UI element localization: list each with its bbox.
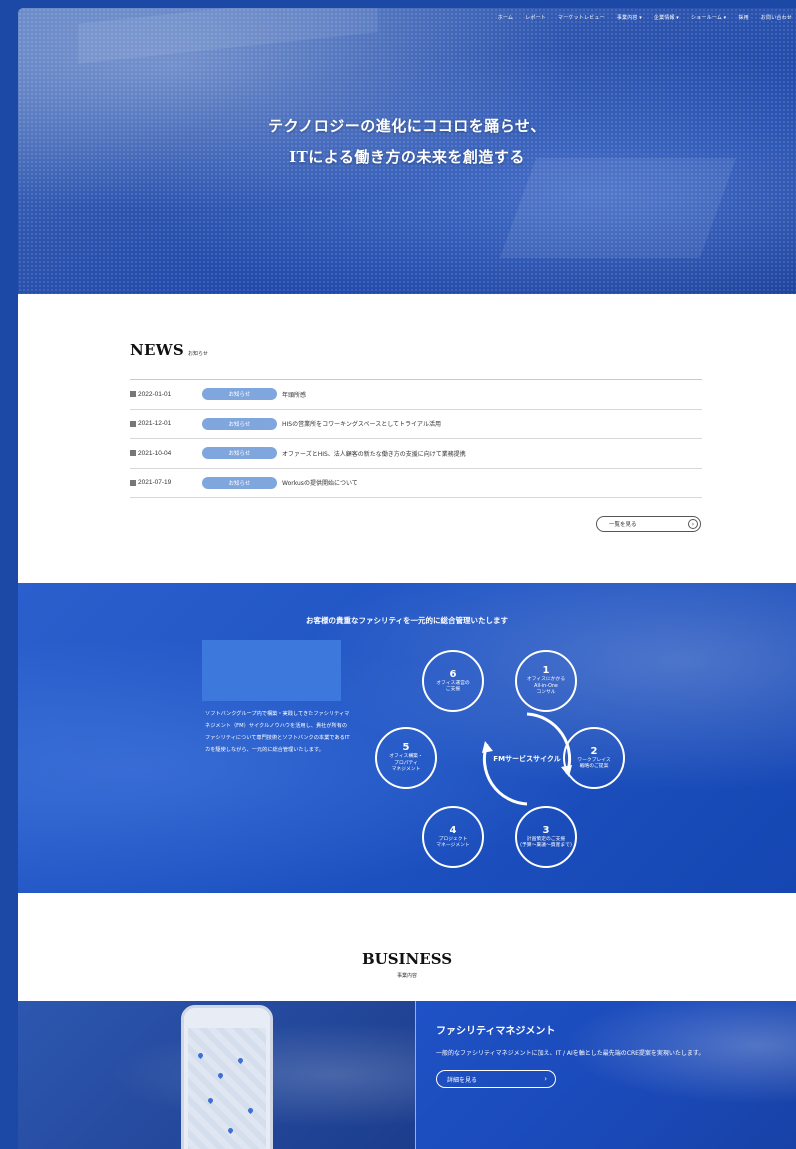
news-date: 2021-07-19: [130, 479, 202, 486]
news-badge: お知らせ: [202, 417, 277, 430]
hero-title-line1: テクノロジーの進化にココロを踊らせ、: [268, 117, 546, 135]
fm-step-number: 5: [402, 742, 410, 754]
news-item[interactable]: 2022-01-01 お知らせ 年頭所感: [130, 380, 702, 410]
nav-home[interactable]: ホーム: [498, 14, 513, 21]
fm-step-number: 6: [449, 668, 457, 680]
news-title: NEWS: [130, 341, 185, 359]
news-badge: お知らせ: [202, 388, 277, 401]
business-heading: BUSINESS 事業内容: [18, 950, 796, 979]
business-title: BUSINESS: [361, 950, 453, 968]
news-heading: NEWS お知らせ: [130, 341, 208, 359]
calendar-icon: [130, 420, 136, 427]
calendar-icon: [130, 450, 136, 457]
calendar-icon: [130, 479, 136, 486]
business-subtitle: 事業内容: [396, 973, 417, 979]
news-link[interactable]: 年頭所感: [282, 390, 306, 399]
cycle-arrows-icon: [482, 712, 572, 806]
news-more-button[interactable]: 一覧を見る ›: [596, 516, 701, 532]
news-link[interactable]: オファーズとHIS、法人顧客の新たな働き方の支援に向けて業務提携: [282, 449, 466, 458]
news-date: 2021-12-01: [130, 420, 202, 427]
global-nav: ホーム レポート マーケットレビュー 事業内容 ▾ 企業情報 ▾ ショールーム …: [498, 14, 792, 21]
fm-title: お客様の貴重なファシリティを一元的に総合管理いたします: [305, 616, 509, 625]
nav-contact[interactable]: お問い合わせ: [761, 14, 792, 21]
news-date: 2021-10-04: [130, 450, 202, 457]
news-link[interactable]: Workusの提供開始について: [282, 478, 358, 487]
smartphone-image: [181, 1005, 273, 1149]
news-date-text: 2021-07-19: [138, 479, 172, 487]
fm-step-label: オフィス構築・ プロパティ マネジメント: [389, 754, 423, 773]
fm-step-label: ワークプレイス 戦略のご提案: [577, 757, 611, 770]
news-subtitle: お知らせ: [188, 351, 208, 357]
fm-image-placeholder: [202, 640, 341, 701]
nav-company[interactable]: 企業情報 ▾: [654, 14, 679, 21]
fm-cycle-section: お客様の貴重なファシリティを一元的に総合管理いたします ソフトバンクグループ内で…: [18, 583, 796, 893]
chevron-right-icon: ›: [688, 519, 698, 529]
fm-step-4: 4 プロジェクト マネージメント: [422, 806, 484, 868]
hero-title-line2: ITによる働き方の未来を創造する: [289, 148, 525, 166]
news-list: 2022-01-01 お知らせ 年頭所感 2021-12-01 お知らせ HIS…: [130, 379, 702, 498]
fm-cycle-center: FMサービスサイクル: [477, 709, 577, 809]
fm-step-label: 計画策定のご支援 (予算〜稟議〜資産まで): [520, 836, 572, 849]
hero-section: ホーム レポート マーケットレビュー 事業内容 ▾ 企業情報 ▾ ショールーム …: [18, 8, 796, 294]
fm-step-number: 3: [542, 824, 550, 836]
news-item[interactable]: 2021-07-19 お知らせ Workusの提供開始について: [130, 469, 702, 498]
chevron-right-icon: ›: [544, 1075, 547, 1083]
fm-description: ソフトバンクグループ内で構築・実践してきたファシリティマネジメント（FM）サイク…: [205, 711, 350, 753]
map-pin-icon: [246, 1106, 255, 1115]
fm-step-number: 1: [542, 665, 550, 677]
news-date-text: 2021-12-01: [138, 420, 172, 428]
news-badge: お知らせ: [202, 447, 277, 460]
map-pin-icon: [206, 1096, 215, 1105]
map-pin-icon: [216, 1071, 225, 1080]
fm-step-5: 5 オフィス構築・ プロパティ マネジメント: [375, 727, 437, 789]
news-date-text: 2021-10-04: [138, 449, 172, 457]
map-pin-icon: [236, 1056, 245, 1065]
fm-step-label: オフィス運営の ご支援: [436, 680, 470, 693]
detail-button[interactable]: 詳細を見る ›: [436, 1070, 556, 1088]
nav-showroom[interactable]: ショールーム ▾: [691, 14, 726, 21]
nav-report[interactable]: レポート: [525, 14, 546, 21]
news-badge: お知らせ: [202, 476, 277, 489]
detail-button-label: 詳細を見る: [447, 1076, 478, 1084]
nav-market-review[interactable]: マーケットレビュー: [558, 14, 605, 21]
news-link[interactable]: HISの営業所をコワーキングスペースとしてトライアル活用: [282, 419, 441, 428]
news-date-text: 2022-01-01: [138, 390, 172, 398]
fm-step-3: 3 計画策定のご支援 (予算〜稟議〜資産まで): [515, 806, 577, 868]
calendar-icon: [130, 391, 136, 398]
fm-step-2: 2 ワークプレイス 戦略のご提案: [563, 727, 625, 789]
business-card-title: ファシリティマネジメント: [436, 1026, 556, 1037]
fm-step-label: プロジェクト マネージメント: [436, 836, 470, 849]
nav-business[interactable]: 事業内容 ▾: [617, 14, 642, 21]
nav-recruit[interactable]: 採用: [738, 14, 748, 21]
business-card-text: 一般的なファシリティマネジメントに加え、IT / AIを軸とした最先端のCRE提…: [436, 1050, 705, 1057]
business-section: ファシリティマネジメント 一般的なファシリティマネジメントに加え、IT / AI…: [18, 1001, 796, 1149]
fm-step-6: 6 オフィス運営の ご支援: [422, 650, 484, 712]
map-screen: [188, 1028, 266, 1149]
fm-step-1: 1 オフィスにかかる All-in-One コンサル: [515, 650, 577, 712]
map-pin-icon: [226, 1126, 235, 1135]
news-item[interactable]: 2021-10-04 お知らせ オファーズとHIS、法人顧客の新たな働き方の支援…: [130, 439, 702, 469]
fm-step-number: 2: [590, 745, 598, 757]
news-date: 2022-01-01: [130, 391, 202, 398]
news-item[interactable]: 2021-12-01 お知らせ HISの営業所をコワーキングスペースとしてトライ…: [130, 410, 702, 439]
fm-step-number: 4: [449, 824, 457, 836]
news-more-label: 一覧を見る: [609, 522, 637, 528]
business-card: ファシリティマネジメント 一般的なファシリティマネジメントに加え、IT / AI…: [415, 1001, 796, 1149]
map-pin-icon: [196, 1051, 205, 1060]
business-image: [18, 1001, 415, 1149]
fm-step-label: オフィスにかかる All-in-One コンサル: [526, 677, 566, 696]
page-frame: ホーム レポート マーケットレビュー 事業内容 ▾ 企業情報 ▾ ショールーム …: [18, 8, 796, 1149]
